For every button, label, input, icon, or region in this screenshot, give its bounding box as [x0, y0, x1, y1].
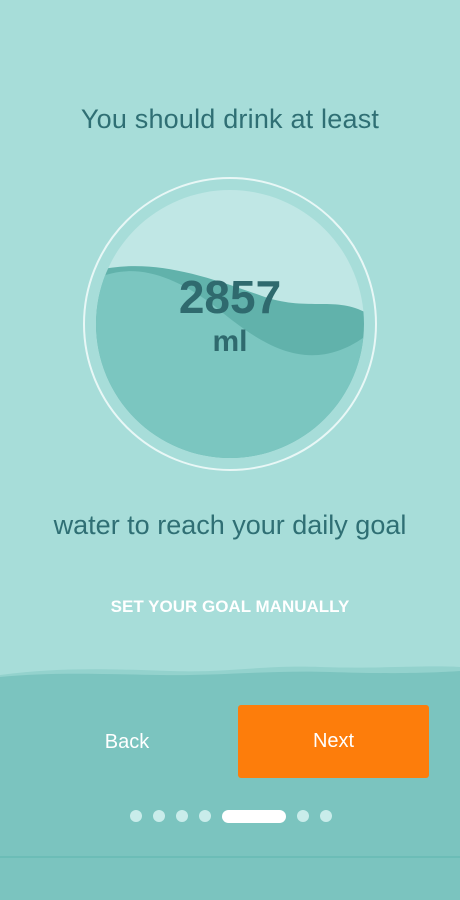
page-dot [297, 810, 309, 822]
page-dot [130, 810, 142, 822]
page-dot-active [222, 809, 286, 823]
next-button[interactable]: Next [238, 705, 429, 778]
page-dot [176, 810, 188, 822]
back-button[interactable]: Back [60, 705, 194, 779]
set-goal-manually-link[interactable]: SET YOUR GOAL MANUALLY [0, 597, 460, 617]
headline: You should drink at least [80, 104, 380, 134]
bottom-divider [0, 856, 460, 858]
page-dot [153, 810, 165, 822]
goal-value: 2857 [178, 271, 282, 323]
goal-description: water to reach your daily goal [53, 510, 407, 540]
page-dot [320, 810, 332, 822]
water-goal-gauge: 2857 ml [82, 176, 378, 472]
gauge-graphic [83, 177, 377, 471]
page-dot [199, 810, 211, 822]
onboarding-screen: You should drink at least 2857 ml water … [0, 0, 460, 900]
goal-unit: ml [212, 325, 248, 358]
page-indicator [0, 809, 460, 823]
